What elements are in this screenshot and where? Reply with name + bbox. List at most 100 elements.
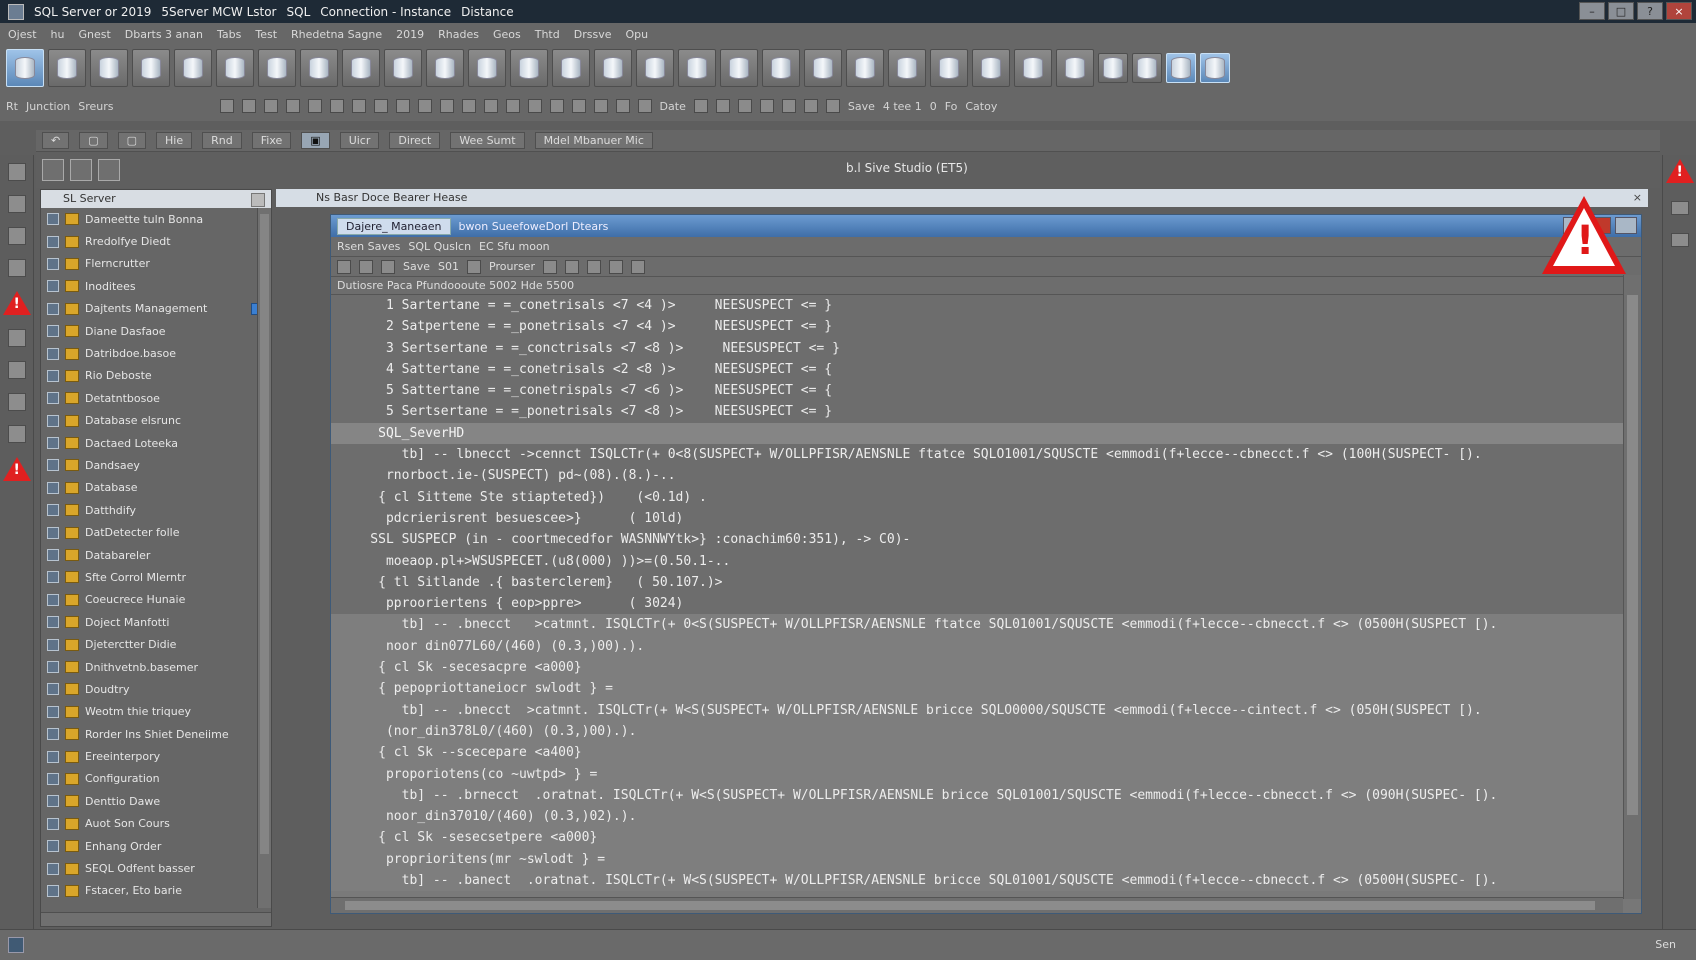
tree-item[interactable]: Denttio Dawe xyxy=(41,790,271,812)
layout-icon[interactable] xyxy=(42,159,64,181)
tab3-item[interactable]: Fixe xyxy=(251,132,292,149)
tree-item[interactable]: Dameette tuln Bonna xyxy=(41,208,271,230)
toolbar-icon[interactable]: ▢ xyxy=(79,132,108,149)
tree-item[interactable]: Datribdoe.basoe xyxy=(41,342,271,364)
toolbar-button[interactable] xyxy=(888,49,926,87)
sql-editor[interactable]: 1 Sartertane = =_conetrisals <7 <4 )> NE… xyxy=(331,295,1623,899)
expand-icon[interactable] xyxy=(47,504,59,517)
toolbar2-label[interactable]: Sreurs xyxy=(78,100,113,113)
maximize-button[interactable]: □ xyxy=(1608,2,1634,20)
dock-icon[interactable] xyxy=(7,259,26,277)
format-icon[interactable] xyxy=(373,99,388,113)
menu-item[interactable]: Rhedetna Sagne xyxy=(291,28,382,41)
expand-icon[interactable] xyxy=(47,526,59,539)
tab3-item[interactable]: Hie xyxy=(156,132,193,149)
toolbar-icon[interactable] xyxy=(359,259,373,274)
format-icon[interactable] xyxy=(505,99,520,113)
tree-item[interactable]: Coeucrece Hunaie xyxy=(41,589,271,611)
menu-item[interactable]: Geos xyxy=(493,28,521,41)
query-bar-item[interactable]: SQL Quslcn xyxy=(408,240,471,253)
title-item-2[interactable]: 5Server MCW Lstor xyxy=(161,5,276,19)
expand-icon[interactable] xyxy=(47,459,59,472)
tree-item[interactable]: Diane Dasfaoe xyxy=(41,320,271,342)
format-icon[interactable] xyxy=(637,99,652,113)
toolbar-button[interactable] xyxy=(174,49,212,87)
tree-item[interactable]: Rorder Ins Shiet Deneiime xyxy=(41,723,271,745)
tree-item[interactable]: Enhang Order xyxy=(41,835,271,857)
expand-icon[interactable] xyxy=(47,884,59,897)
format-icon[interactable] xyxy=(571,99,586,113)
expand-icon[interactable] xyxy=(47,369,59,382)
dock-icon[interactable] xyxy=(7,361,26,379)
expand-icon[interactable] xyxy=(47,616,59,629)
expand-icon[interactable] xyxy=(47,481,59,494)
query-tab[interactable]: Dajere_ Maneaen xyxy=(337,217,451,235)
dock-icon[interactable] xyxy=(7,425,26,443)
toolbar-button[interactable] xyxy=(594,49,632,87)
toolbar-button[interactable] xyxy=(384,49,422,87)
tree-item[interactable]: SEQL Odfent basser xyxy=(41,857,271,879)
layout-icon[interactable] xyxy=(98,159,120,181)
tree-item[interactable]: Dnithvetnb.basemer xyxy=(41,656,271,678)
tree-item[interactable]: Flerncrutter xyxy=(41,253,271,275)
toolbar-button[interactable] xyxy=(1014,49,1052,87)
toolbar-button[interactable] xyxy=(1098,53,1128,83)
save-button[interactable]: Save xyxy=(403,260,430,273)
editor-hscrollbar[interactable] xyxy=(331,897,1623,913)
toolbar-icon[interactable]: ▢ xyxy=(117,132,147,149)
toolbar-icon[interactable] xyxy=(381,259,395,274)
close-icon[interactable]: × xyxy=(1633,189,1642,207)
toolbar2-label[interactable]: 0 xyxy=(930,100,937,113)
menu-item[interactable]: Opu xyxy=(625,28,648,41)
format-icon[interactable] xyxy=(351,99,366,113)
toolbar-button[interactable] xyxy=(1056,49,1094,87)
expand-icon[interactable] xyxy=(47,683,59,696)
toolbar-button[interactable] xyxy=(132,49,170,87)
toolbar-button[interactable] xyxy=(720,49,758,87)
toolbar-button[interactable] xyxy=(1166,53,1196,83)
toolbar2-label[interactable]: Fo xyxy=(945,100,958,113)
toolbar-icon[interactable] xyxy=(586,259,601,274)
dock-icon[interactable] xyxy=(7,163,26,181)
tree-item[interactable]: Doject Manfotti xyxy=(41,611,271,633)
toolbar-button[interactable] xyxy=(426,49,464,87)
format-icon[interactable] xyxy=(781,99,796,113)
expand-icon[interactable] xyxy=(47,437,59,450)
query-toolbar-item[interactable]: Prourser xyxy=(489,260,535,273)
format-icon[interactable] xyxy=(549,99,564,113)
toolbar2-label[interactable]: 4 tee 1 xyxy=(883,100,922,113)
expand-icon[interactable] xyxy=(47,325,59,338)
format-icon[interactable] xyxy=(329,99,344,113)
tree-item[interactable]: Detatntbosoe xyxy=(41,387,271,409)
dock-icon[interactable] xyxy=(1670,233,1689,247)
toolbar-button[interactable] xyxy=(90,49,128,87)
expand-icon[interactable] xyxy=(47,549,59,562)
toolbar2-label[interactable]: Catoy xyxy=(965,100,997,113)
tab3-item[interactable]: Rnd xyxy=(202,132,242,149)
dock-icon[interactable] xyxy=(7,329,26,347)
expand-icon[interactable] xyxy=(47,862,59,875)
menu-item[interactable]: Rhades xyxy=(438,28,479,41)
toolbar-icon[interactable] xyxy=(564,259,579,274)
tree-item[interactable]: Auot Son Cours xyxy=(41,813,271,835)
menu-item[interactable]: Ojest xyxy=(8,28,37,41)
toolbar-button[interactable] xyxy=(258,49,296,87)
toolbar2-label[interactable]: Rt xyxy=(6,100,18,113)
tree-item[interactable]: Inoditees xyxy=(41,275,271,297)
toolbar-icon[interactable] xyxy=(542,259,557,274)
tree-item[interactable]: Databareler xyxy=(41,544,271,566)
expand-icon[interactable] xyxy=(47,213,59,226)
tree-item[interactable]: Rredolfye Diedt xyxy=(41,230,271,252)
expand-icon[interactable] xyxy=(47,571,59,584)
expand-icon[interactable] xyxy=(47,414,59,427)
tree-item[interactable]: Dajtents Management xyxy=(41,298,271,320)
toolbar-button[interactable] xyxy=(762,49,800,87)
tab3-item[interactable]: Direct xyxy=(389,132,441,149)
tree-item[interactable]: Datthdify xyxy=(41,499,271,521)
format-icon[interactable] xyxy=(759,99,774,113)
toolbar-button[interactable] xyxy=(846,49,884,87)
tab3-active[interactable]: ▣ xyxy=(301,132,330,149)
query-toolbar-item[interactable]: S01 xyxy=(438,260,459,273)
explorer-hscrollbar[interactable] xyxy=(41,912,271,926)
tree-item[interactable]: Configuration xyxy=(41,768,271,790)
